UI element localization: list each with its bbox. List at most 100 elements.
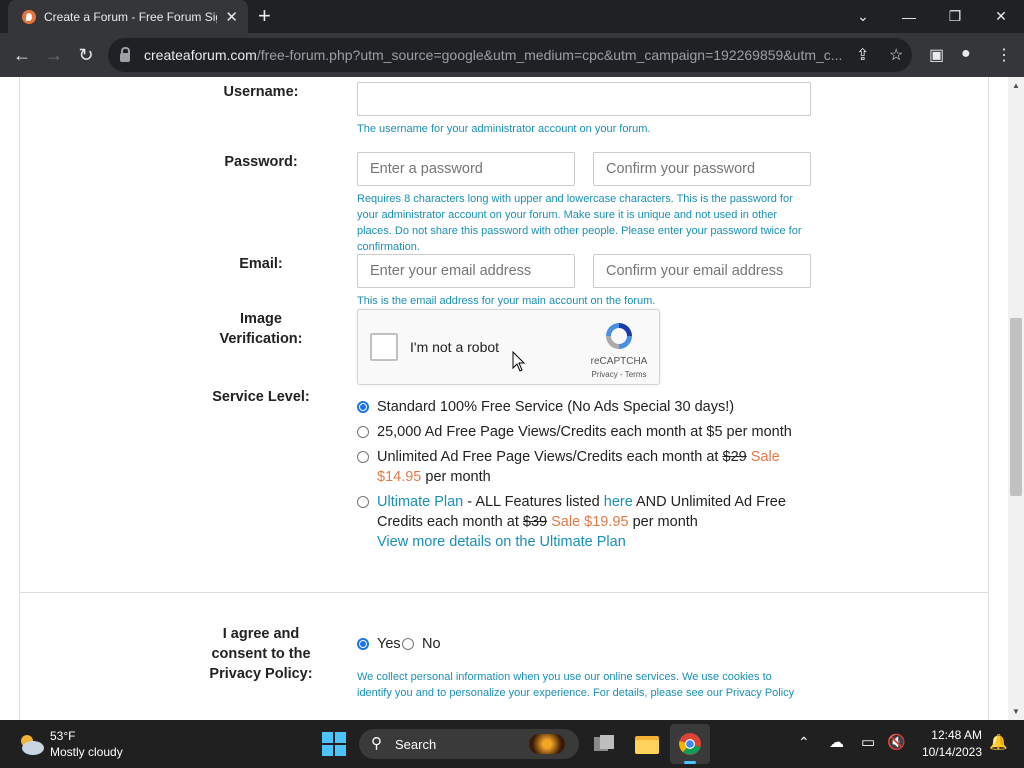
recaptcha-label: I'm not a robot — [410, 339, 500, 355]
page-content: Username: The username for your administ… — [0, 77, 1008, 720]
new-tab-button[interactable]: + — [258, 4, 271, 28]
image-verification-label-line2: Verification: — [219, 331, 303, 347]
email-input[interactable] — [357, 254, 575, 288]
recaptcha-privacy-terms-links[interactable]: Privacy - Terms — [583, 370, 655, 379]
chrome-icon — [679, 733, 701, 755]
search-icon: ⚲ — [371, 735, 382, 752]
service-ultimate-radio[interactable] — [357, 496, 369, 508]
privacy-consent-label: I agree and consent to the Privacy Polic… — [195, 624, 327, 684]
service-level-label: Service Level: — [212, 389, 310, 405]
service-standard-radio[interactable] — [357, 401, 369, 413]
service-25000-radio[interactable] — [357, 426, 369, 438]
privacy-no-radio[interactable] — [402, 638, 414, 650]
service-unlimited-old-price: $29 — [722, 449, 747, 465]
confirm-email-input[interactable] — [593, 254, 811, 288]
section-divider — [19, 592, 989, 593]
search-highlight-icon — [529, 734, 565, 754]
url-host: createaforum.com — [144, 47, 257, 63]
mouse-cursor-icon — [512, 351, 526, 372]
service-unlimited-sale-price: $14.95 — [377, 469, 422, 485]
weather-description: Mostly cloudy — [50, 745, 123, 759]
clock-date[interactable]: 10/14/2023 — [916, 745, 982, 759]
ultimate-sale-price: Sale $19.95 — [551, 514, 629, 530]
recaptcha-logo-icon — [606, 323, 632, 349]
tab-create-a-forum[interactable]: Create a Forum - Free Forum Sig ✕ — [8, 0, 248, 33]
site-favicon-icon — [22, 9, 36, 24]
close-window-button[interactable]: ✕ — [978, 0, 1024, 33]
username-input[interactable] — [357, 82, 811, 116]
privacy-label-line3: Privacy Policy: — [209, 666, 313, 682]
ultimate-old-price: $39 — [522, 514, 548, 530]
reload-button[interactable]: ↻ — [72, 41, 100, 69]
profile-avatar-icon[interactable]: ● — [961, 45, 971, 63]
privacy-label-line1: I agree and — [222, 626, 300, 642]
email-label: Email: — [239, 256, 283, 272]
minimize-button[interactable]: — — [886, 0, 932, 33]
active-app-indicator — [684, 761, 696, 764]
close-tab-icon[interactable]: ✕ — [225, 8, 238, 26]
menu-kebab-icon[interactable]: ⋮ — [996, 45, 1012, 65]
taskbar-search-box[interactable]: ⚲ Search — [359, 729, 579, 759]
privacy-yes-label: Yes — [377, 636, 401, 652]
service-unlimited-text: Unlimited Ad Free Page Views/Credits eac… — [377, 449, 719, 465]
windows-taskbar: 53°F Mostly cloudy ⚲ Search ⌃ ☁ ▭ 🔇 12:4… — [0, 720, 1024, 768]
address-bar[interactable]: createaforum.com /free-forum.php?utm_sou… — [108, 38, 912, 72]
ultimate-plan-details-link[interactable]: View more details on the Ultimate Plan — [377, 534, 626, 550]
ultimate-suffix: per month — [632, 514, 698, 530]
tab-strip: Create a Forum - Free Forum Sig ✕ + ⌄ — … — [0, 0, 1024, 33]
image-verification-label-line1: Image — [240, 311, 282, 327]
features-here-link[interactable]: here — [604, 494, 633, 510]
recaptcha-widget: I'm not a robot reCAPTCHA Privacy - Term… — [357, 309, 660, 385]
ultimate-plan-link[interactable]: Ultimate Plan — [377, 494, 463, 510]
service-unlimited-suffix: per month — [425, 469, 491, 485]
tab-title: Create a Forum - Free Forum Sig — [44, 9, 218, 24]
taskbar-search-label: Search — [395, 737, 437, 752]
password-help: Requires 8 characters long with upper an… — [357, 193, 802, 253]
service-unlimited-sale-tag: Sale — [750, 449, 780, 465]
bookmark-star-icon[interactable]: ☆ — [889, 45, 903, 65]
clock-time[interactable]: 12:48 AM — [926, 728, 982, 742]
image-verification-label: Image Verification: — [200, 309, 322, 349]
notification-bell-icon[interactable]: 🔔 — [989, 733, 1008, 751]
privacy-yes-radio[interactable] — [357, 638, 369, 650]
service-unlimited-radio[interactable] — [357, 451, 369, 463]
share-icon[interactable]: ⇪ — [856, 45, 869, 65]
confirm-password-input[interactable] — [593, 152, 811, 186]
service-25000-label: 25,000 Ad Free Page Views/Credits each m… — [377, 424, 792, 440]
back-button[interactable]: ← — [8, 41, 36, 69]
ultimate-plan-text: - ALL Features listed — [467, 494, 600, 510]
restore-button[interactable]: ❐ — [932, 0, 978, 33]
username-help: The username for your administrator acco… — [357, 123, 651, 135]
privacy-help: We collect personal information when you… — [357, 671, 795, 699]
side-panel-icon[interactable]: ▣ — [929, 45, 944, 65]
forward-button[interactable]: → — [40, 41, 68, 69]
weather-temperature: 53°F — [50, 729, 76, 743]
password-label: Password: — [224, 154, 298, 170]
scrollbar-thumb[interactable] — [1010, 318, 1022, 496]
page-scrollbar[interactable]: ▲ ▼ — [1008, 77, 1024, 720]
tab-search-chevron-down-icon[interactable]: ⌄ — [840, 0, 886, 33]
username-label: Username: — [223, 84, 299, 100]
service-ultimate-label: Ultimate Plan - ALL Features listed here… — [377, 492, 802, 552]
password-input[interactable] — [357, 152, 575, 186]
recaptcha-brand: reCAPTCHA — [590, 356, 648, 367]
task-view-icon[interactable] — [592, 732, 616, 756]
scroll-down-icon[interactable]: ▼ — [1012, 707, 1020, 716]
privacy-label-line2: consent to the — [211, 646, 311, 662]
browser-toolbar: ← → ↻ createaforum.com /free-forum.php?u… — [0, 33, 1024, 77]
windows-start-icon[interactable] — [322, 732, 346, 756]
url-path: /free-forum.php?utm_source=google&utm_me… — [256, 47, 843, 63]
service-unlimited-label: Unlimited Ad Free Page Views/Credits eac… — [377, 447, 797, 487]
lock-icon — [120, 46, 130, 62]
volume-muted-icon[interactable]: 🔇 — [887, 733, 906, 751]
show-hidden-icons-chevron-icon[interactable]: ⌃ — [798, 734, 810, 751]
network-icon[interactable]: ▭ — [861, 733, 875, 751]
file-explorer-icon[interactable] — [634, 732, 660, 756]
chrome-taskbar-button[interactable] — [670, 724, 710, 764]
scroll-up-icon[interactable]: ▲ — [1012, 81, 1020, 90]
email-help: This is the email address for your main … — [357, 295, 656, 307]
onedrive-cloud-icon[interactable]: ☁ — [829, 733, 844, 751]
weather-cloudy-icon[interactable] — [16, 731, 46, 757]
service-standard-label: Standard 100% Free Service (No Ads Speci… — [377, 399, 735, 415]
recaptcha-checkbox[interactable] — [370, 333, 398, 361]
